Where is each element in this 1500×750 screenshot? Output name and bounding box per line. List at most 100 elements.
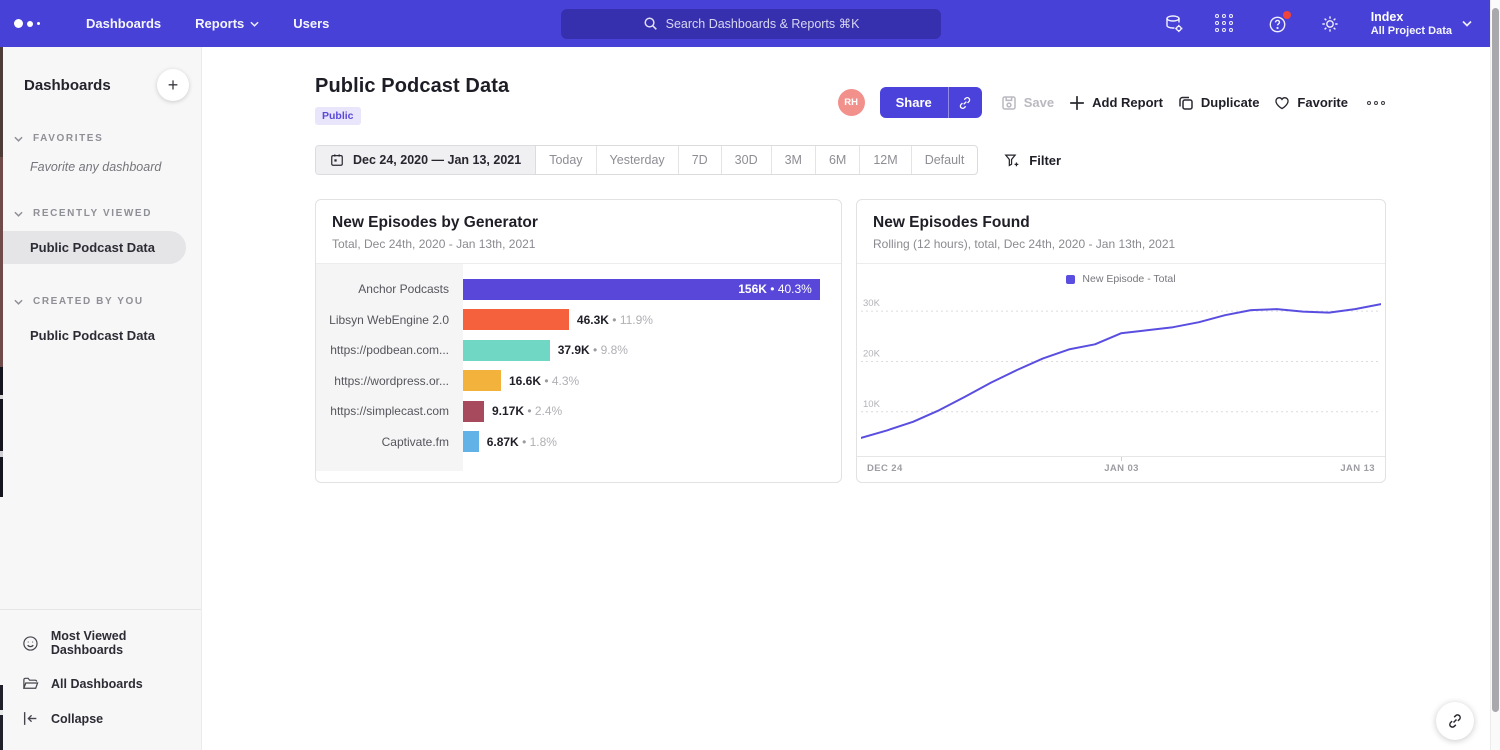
bar-row: Libsyn WebEngine 2.046.3K • 11.9% xyxy=(316,305,841,336)
legend-label: New Episode - Total xyxy=(1082,273,1175,285)
x-tick-label: DEC 24 xyxy=(867,463,903,474)
copy-link-button[interactable] xyxy=(948,87,982,118)
add-report-button[interactable]: Add Report xyxy=(1069,95,1163,111)
smiley-icon xyxy=(22,635,39,652)
gear-icon[interactable] xyxy=(1319,13,1341,35)
apps-grid-icon[interactable] xyxy=(1215,13,1237,35)
date-preset-6m[interactable]: 6M xyxy=(816,146,860,174)
scrollbar-thumb[interactable] xyxy=(1492,8,1499,712)
collapse-sidebar-button[interactable]: Collapse xyxy=(0,701,201,736)
date-preset-default[interactable]: Default xyxy=(912,146,978,174)
bar-category-label: https://wordpress.or... xyxy=(316,374,463,388)
bar-category-label: Captivate.fm xyxy=(316,435,463,449)
all-dashboards-link[interactable]: All Dashboards xyxy=(0,666,201,701)
line-chart-svg: 10K20K30K xyxy=(861,287,1381,451)
save-icon xyxy=(1001,95,1017,111)
section-label: FAVORITES xyxy=(33,133,103,144)
date-range-picker[interactable]: Dec 24, 2020 — Jan 13, 2021 xyxy=(316,146,536,174)
sidebar-section-recent: RECENTLY VIEWED Public Podcast Data xyxy=(0,202,201,264)
add-report-label: Add Report xyxy=(1092,95,1163,110)
footer-item-label: Collapse xyxy=(51,712,103,726)
nav-item-reports[interactable]: Reports xyxy=(195,16,259,31)
sidebar-section-created: CREATED BY YOU Public Podcast Data xyxy=(0,290,201,352)
date-preset-today[interactable]: Today xyxy=(536,146,596,174)
save-button[interactable]: Save xyxy=(1001,95,1054,111)
app-logo[interactable] xyxy=(14,19,54,28)
section-label: CREATED BY YOU xyxy=(33,296,144,307)
help-icon[interactable] xyxy=(1267,13,1289,35)
line-series xyxy=(861,304,1381,438)
y-tick-label: 20K xyxy=(863,348,881,359)
nav-item-users[interactable]: Users xyxy=(293,16,329,31)
nav-item-dashboards[interactable]: Dashboards xyxy=(86,16,161,31)
bar-value-label: 156K • 40.3% xyxy=(738,282,812,296)
visibility-badge: Public xyxy=(315,107,361,125)
bar-category-label: Anchor Podcasts xyxy=(316,282,463,296)
avatar[interactable]: RH xyxy=(838,89,865,116)
favorite-label: Favorite xyxy=(1297,95,1348,110)
sidebar-section-favorites: FAVORITES Favorite any dashboard xyxy=(0,127,201,176)
nav-item-label: Reports xyxy=(195,16,244,31)
bar-value-label: 37.9K • 9.8% xyxy=(558,343,628,357)
duplicate-button[interactable]: Duplicate xyxy=(1178,95,1260,111)
section-label: RECENTLY VIEWED xyxy=(33,208,152,219)
chevron-down-icon xyxy=(250,21,259,27)
x-tick-label: JAN 13 xyxy=(1340,463,1375,474)
nav-item-label: Users xyxy=(293,16,329,31)
add-dashboard-button[interactable]: + xyxy=(157,69,189,101)
save-label: Save xyxy=(1024,95,1054,110)
most-viewed-dashboards-link[interactable]: Most Viewed Dashboards xyxy=(0,620,201,666)
project-switcher[interactable]: Index All Project Data xyxy=(1371,10,1472,38)
date-preset-30d[interactable]: 30D xyxy=(722,146,772,174)
card-title: New Episodes Found xyxy=(873,214,1369,232)
search-icon xyxy=(643,16,658,31)
date-preset-7d[interactable]: 7D xyxy=(679,146,722,174)
chevron-down-icon xyxy=(14,136,23,142)
card-new-episodes-by-generator: New Episodes by Generator Total, Dec 24t… xyxy=(315,199,842,483)
bar-row: https://simplecast.com9.17K • 2.4% xyxy=(316,396,841,427)
bar-value-label: 16.6K • 4.3% xyxy=(509,374,579,388)
date-presets: TodayYesterday7D30D3M6M12MDefault xyxy=(536,146,977,174)
page-title: Public Podcast Data xyxy=(315,75,509,98)
legend-swatch xyxy=(1066,275,1075,284)
bar-value-label: 46.3K • 11.9% xyxy=(577,313,653,327)
section-header-favorites[interactable]: FAVORITES xyxy=(0,127,201,150)
bar xyxy=(463,431,479,452)
filter-label: Filter xyxy=(1029,153,1061,168)
calendar-icon xyxy=(330,153,344,167)
chevron-down-icon xyxy=(14,299,23,305)
bar-category-label: https://podbean.com... xyxy=(316,343,463,357)
date-preset-12m[interactable]: 12M xyxy=(860,146,911,174)
x-axis: DEC 24 JAN 03 JAN 13 xyxy=(857,456,1385,482)
filter-button[interactable]: Filter xyxy=(1004,153,1061,168)
data-sources-icon[interactable] xyxy=(1163,13,1185,35)
global-search-input[interactable]: Search Dashboards & Reports ⌘K xyxy=(561,9,941,39)
bar-category-label: https://simplecast.com xyxy=(316,404,463,418)
axis-tick xyxy=(1121,457,1122,461)
sidebar-item-public-podcast-data[interactable]: Public Podcast Data xyxy=(0,319,186,352)
date-preset-yesterday[interactable]: Yesterday xyxy=(597,146,679,174)
sidebar-item-public-podcast-data[interactable]: Public Podcast Data xyxy=(0,231,186,264)
section-header-created[interactable]: CREATED BY YOU xyxy=(0,290,201,313)
card-subtitle: Total, Dec 24th, 2020 - Jan 13th, 2021 xyxy=(332,237,825,251)
bar-chart-rows: Anchor Podcasts 156K • 40.3% Libsyn WebEng… xyxy=(316,264,841,457)
favorite-button[interactable]: Favorite xyxy=(1274,95,1348,111)
section-header-recent[interactable]: RECENTLY VIEWED xyxy=(0,202,201,225)
share-button[interactable]: Share xyxy=(880,87,948,118)
date-range-value: Dec 24, 2020 — Jan 13, 2021 xyxy=(353,153,521,167)
more-options-button[interactable] xyxy=(1367,101,1385,105)
bar-row: https://podbean.com... 37.9K • 9.8% xyxy=(316,335,841,366)
date-range-control: Dec 24, 2020 — Jan 13, 2021 TodayYesterd… xyxy=(315,145,978,175)
floating-link-button[interactable] xyxy=(1436,702,1474,740)
card-new-episodes-found: New Episodes Found Rolling (12 hours), t… xyxy=(856,199,1386,483)
date-preset-3m[interactable]: 3M xyxy=(772,146,816,174)
project-name: Index xyxy=(1371,10,1452,26)
bar xyxy=(463,370,501,391)
duplicate-label: Duplicate xyxy=(1201,95,1260,110)
heart-icon xyxy=(1274,95,1290,111)
sidebar-title: Dashboards xyxy=(24,69,111,94)
duplicate-icon xyxy=(1178,95,1194,111)
top-navbar: Dashboards Reports Users Search Dashboar… xyxy=(0,0,1490,47)
bar-chart: Anchor Podcasts 156K • 40.3% Libsyn WebEng… xyxy=(316,264,841,471)
sidebar: Dashboards + FAVORITES Favorite any dash… xyxy=(0,47,202,750)
